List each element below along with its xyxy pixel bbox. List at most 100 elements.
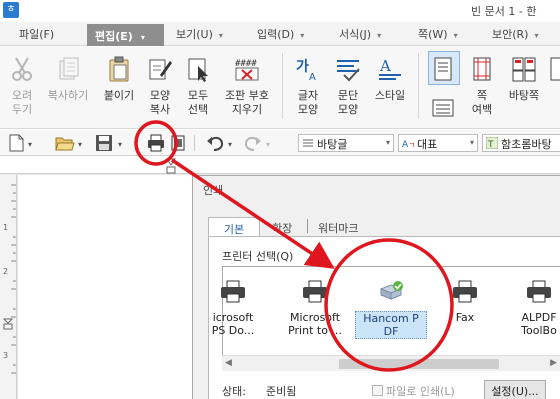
scroll-left-icon[interactable]: ◀: [225, 358, 232, 368]
toolbar-separator: [194, 135, 195, 151]
copy-button[interactable]: 복사하기: [42, 47, 94, 125]
printer-icon: [221, 280, 245, 303]
menu-bar: 파일(F) 편집(E) ▾ 보기(U) ▾ 입력(D) ▾ 서식(J) ▾ 쪽(W) ▾ …: [0, 22, 560, 46]
select-all-button[interactable]: 모두 선택: [180, 47, 216, 125]
printer-item-selected[interactable]: Hancom P DF: [355, 275, 427, 347]
menu-view[interactable]: 보기(U) ▾: [176, 26, 223, 44]
svg-text:가: 가: [296, 59, 309, 75]
svg-text:▾: ▾: [28, 140, 32, 149]
settings-button-label: 설정(U)...: [491, 385, 539, 398]
undo-icon[interactable]: ▾: [204, 133, 238, 153]
style-list-icon: [303, 139, 313, 147]
printer-name: ALPDF ToolBo: [521, 311, 557, 337]
printer-item[interactable]: icrosoft PS Do...: [197, 275, 269, 347]
printer-item[interactable]: Microsoft Print to ...: [279, 275, 351, 347]
window-title: 빈 문서 1 - 한: [471, 5, 537, 18]
chevron-down-icon: ▾: [218, 31, 223, 40]
tab-basic-label: 기본: [223, 223, 245, 236]
tab-extended-label: 확장: [272, 222, 293, 235]
redo-icon[interactable]: ▾: [242, 133, 276, 153]
background-page-label: 바탕쪽: [508, 89, 540, 102]
copy-label: 복사하기: [47, 89, 89, 102]
print-to-file-checkbox[interactable]: 파일로 인쇄(L): [372, 383, 455, 399]
para-shape-button[interactable]: 문단 모양: [330, 47, 366, 125]
chevron-down-icon: ▾: [534, 31, 539, 40]
preview-icon[interactable]: [170, 133, 186, 153]
open-folder-icon[interactable]: ▾: [54, 133, 88, 153]
menu-file[interactable]: 파일(F): [19, 26, 54, 44]
save-icon[interactable]: ▾: [94, 133, 128, 153]
chevron-down-icon: ▾: [453, 31, 458, 40]
char-shape-button[interactable]: 가A 글자 모양: [290, 47, 326, 125]
tab-basic[interactable]: 기본: [208, 217, 260, 237]
printer-item[interactable]: ALPDF ToolBo: [503, 275, 560, 347]
scroll-right-icon[interactable]: ▶: [550, 358, 557, 368]
partial-icon: [550, 57, 560, 81]
chevron-down-icon: ▾: [140, 33, 145, 42]
format-copy-button[interactable]: 모양 복사: [142, 47, 178, 125]
tab-divider: [307, 219, 308, 233]
print-to-file-label: 파일로 인쇄(L): [386, 385, 455, 398]
menu-edit[interactable]: 편집(E) ▾: [87, 24, 164, 46]
document-page[interactable]: [18, 175, 198, 399]
top-ruler[interactable]: [0, 157, 560, 174]
printer-list-scrollbar[interactable]: ◀ ▶: [222, 355, 560, 371]
brush-doc-icon: [149, 59, 172, 80]
menu-page[interactable]: 쪽(W) ▾: [418, 26, 458, 44]
ribbon-more-icon[interactable]: [548, 47, 560, 125]
para-shape-label: 문단 모양: [337, 89, 359, 116]
printer-icon: [527, 280, 551, 303]
svg-text:ㄱ: ㄱ: [408, 141, 415, 149]
format-copy-label: 모양 복사: [149, 89, 171, 116]
page-margin-icon: [473, 57, 491, 81]
menu-insert-label: 입력(D): [257, 28, 295, 41]
printer-item[interactable]: Fax: [429, 275, 501, 347]
paste-button[interactable]: 붙이기: [98, 47, 140, 125]
menu-view-label: 보기(U): [176, 28, 213, 41]
style-button[interactable]: A 스타일: [368, 47, 412, 125]
printer-select-label: 프린터 선택(Q): [222, 250, 294, 263]
cut-label: 오려 두기: [11, 89, 33, 116]
page-margin-button[interactable]: 쪽 여백: [464, 47, 500, 125]
cut-button[interactable]: 오려 두기: [2, 47, 42, 125]
tab-extended[interactable]: 확장: [272, 217, 312, 237]
left-ruler-ticks: [11, 184, 16, 374]
printer-name: icrosoft PS Do...: [211, 311, 255, 337]
style-select[interactable]: 바탕글 ▾: [298, 134, 394, 152]
copy-icon: [59, 57, 79, 80]
language-select[interactable]: Aㄱ 대표 ▾: [398, 134, 478, 152]
menu-format[interactable]: 서식(J) ▾: [339, 26, 381, 44]
delete-codes-icon: ####: [235, 59, 259, 81]
new-document-icon[interactable]: ▾: [6, 133, 40, 153]
font-select[interactable]: T 함초롬바탕: [482, 134, 560, 152]
dialog-title: 인쇄: [203, 184, 224, 197]
pdf-printer-icon: [379, 281, 403, 300]
print-icon[interactable]: [147, 133, 165, 153]
page-layout-toggle[interactable]: [424, 47, 462, 125]
hancom-app-icon[interactable]: ㅎ: [3, 2, 19, 18]
tab-watermark[interactable]: 워터마크: [318, 217, 378, 237]
chevron-down-icon: ▾: [377, 31, 382, 40]
ruler-indent-icon[interactable]: [2, 318, 14, 330]
delete-codes-button[interactable]: #### 조판 부호 지우기: [218, 47, 276, 125]
ribbon: 오려 두기 복사하기 붙이기 모양 복사 모두 선택 #### 조판 부호 지우…: [0, 47, 560, 129]
printer-icon: [453, 280, 477, 303]
scrollbar-thumb[interactable]: [339, 359, 499, 369]
left-ruler[interactable]: 1 2 3: [0, 175, 17, 399]
language-icon: Aㄱ: [402, 140, 415, 149]
svg-text:A: A: [309, 72, 316, 83]
menu-insert[interactable]: 입력(D) ▾: [257, 26, 304, 44]
menu-security-label: 보안(R): [492, 28, 529, 41]
svg-text:▾: ▾: [78, 140, 82, 149]
ruler-indent-marker[interactable]: [166, 158, 176, 174]
language-select-value: 대표: [417, 138, 438, 151]
background-page-button[interactable]: 바탕쪽: [502, 47, 546, 125]
svg-text:▾: ▾: [266, 140, 270, 149]
menu-security[interactable]: 보안(R) ▾: [492, 26, 538, 44]
tab-watermark-label: 워터마크: [318, 222, 359, 235]
ruler-mark-3: 3: [3, 351, 9, 360]
para-shape-icon: [337, 60, 360, 82]
printer-settings-button[interactable]: 설정(U)...: [484, 380, 546, 399]
style-icon: A: [379, 57, 401, 80]
chevron-down-icon: ▾: [385, 138, 390, 147]
